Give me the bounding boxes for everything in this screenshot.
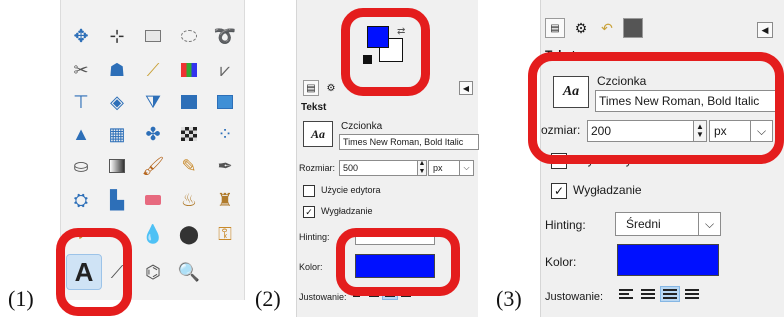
grid-transform-icon[interactable]: ▦ [103,120,131,148]
hinting-label: Hinting: [545,218,586,232]
annotation-highlight-text-tool [56,228,132,316]
handle-transform-icon[interactable]: ⁘ [211,120,239,148]
cage-transform-icon[interactable] [211,88,239,116]
ink-icon[interactable]: ✒ [211,152,239,180]
panel-label-3: (3) [496,286,522,311]
chevron-down-icon: ⌵ [698,213,720,235]
justify-label: Justowanie: [545,291,604,303]
unit-value: px [433,163,443,173]
panel-label-2: (2) [255,286,281,311]
pencil-icon[interactable]: ✎ [175,152,203,180]
justify-label: Justowanie: [299,292,347,302]
foreground-color-swatch[interactable] [367,26,389,48]
hinting-label: Hinting: [299,232,330,242]
antialias-checkbox[interactable]: ✓ [303,206,315,218]
antialias-label: Wygładzanie [321,206,373,216]
checker-icon[interactable] [175,120,203,148]
move-tool-icon[interactable]: ✥ [67,22,95,50]
panel-menu-icon[interactable]: ◀ [459,81,473,95]
heal-icon[interactable]: ▙ [103,186,131,214]
color-picker-icon[interactable]: ⬤ [175,220,203,248]
unit-select[interactable]: px ⌵ [428,160,474,176]
panel-menu-icon[interactable]: ◀ [757,22,773,38]
undo-history-tab-icon[interactable]: ↶ [597,18,617,38]
size-label: Rozmiar: [299,163,336,173]
tool-options-tab-icon[interactable]: ▤ [303,80,319,96]
device-status-tab-icon[interactable]: ⚙ [571,18,591,38]
justify-fill-icon[interactable] [683,287,701,301]
justify-buttons [617,286,701,302]
warp-icon[interactable]: ▲ [67,120,95,148]
panel-tabs: ▤ ⚙ ↶ [545,18,643,38]
antialias-checkbox[interactable]: ✓ [551,183,567,199]
crop-icon[interactable]: ⊤ [67,88,95,116]
tool-options-tab-icon[interactable]: ▤ [545,18,565,38]
unified-transform-icon[interactable]: ◈ [103,88,131,116]
compass-icon[interactable]: ⌬ [139,258,167,286]
paths-icon[interactable]: ⩗ [211,56,239,84]
device-status-tab-icon[interactable]: ⚙ [323,80,339,96]
stamp-icon[interactable]: ♜ [211,186,239,214]
hinting-select[interactable]: Średni ⌵ [615,212,721,236]
eraser-icon[interactable] [139,186,167,214]
rect-select-icon[interactable] [139,22,167,50]
chevron-down-icon: ⌵ [459,161,473,175]
section-title: Tekst [301,102,327,113]
antialias-label: Wygładzanie [573,183,642,197]
color-select-icon[interactable] [175,56,203,84]
size-spinner[interactable]: ▲ ▼ [417,160,427,176]
path-tool-icon[interactable]: ⚿ [211,220,239,248]
perspective-icon[interactable]: ⧩ [139,88,167,116]
panel-label-1: (1) [8,286,34,311]
scissors-select-icon[interactable]: ✂ [67,56,95,84]
justify-center-icon[interactable] [660,286,680,302]
ellipse-select-icon[interactable] [175,22,203,50]
flip-icon[interactable] [175,88,203,116]
zoom-icon[interactable]: 🔍 [175,258,203,286]
panel-tabs: ▤ ⚙ [303,80,339,96]
fuzzy-select-icon[interactable]: ⟋ [139,56,167,84]
clone-icon[interactable]: ⛭ [67,186,95,214]
hinting-value: Średni [626,217,661,231]
font-label: Czcionka [341,121,383,132]
bucket-fill-icon[interactable]: ⛀ [67,152,95,180]
shear-icon[interactable]: ✤ [139,120,167,148]
free-select-icon[interactable]: ➰ [211,22,239,50]
justify-right-icon[interactable] [639,287,657,301]
align-tool-icon[interactable]: ⊹ [103,22,131,50]
annotation-highlight-colors [341,8,430,96]
gradient-icon[interactable] [103,152,131,180]
smudge-icon[interactable]: ♨ [175,186,203,214]
foreground-select-icon[interactable]: ☗ [103,56,131,84]
paintbrush-icon[interactable]: 🖌 [139,152,167,180]
editor-checkbox[interactable] [303,185,315,197]
font-input[interactable]: Times New Roman, Bold Italic [339,134,479,150]
color-label: Kolor: [545,255,577,269]
images-tab-icon[interactable] [623,18,643,38]
justify-left-icon[interactable] [617,287,635,301]
text-color-button[interactable] [617,244,719,276]
color-label: Kolor: [299,262,323,272]
editor-label: Użycie edytora [321,185,381,195]
annotation-highlight-text-color [336,228,460,296]
size-input[interactable]: 500 [339,160,419,176]
annotation-highlight-font-size [528,52,784,164]
measure-icon[interactable]: 💧 [139,220,167,248]
font-preview[interactable]: Aa [303,121,333,147]
